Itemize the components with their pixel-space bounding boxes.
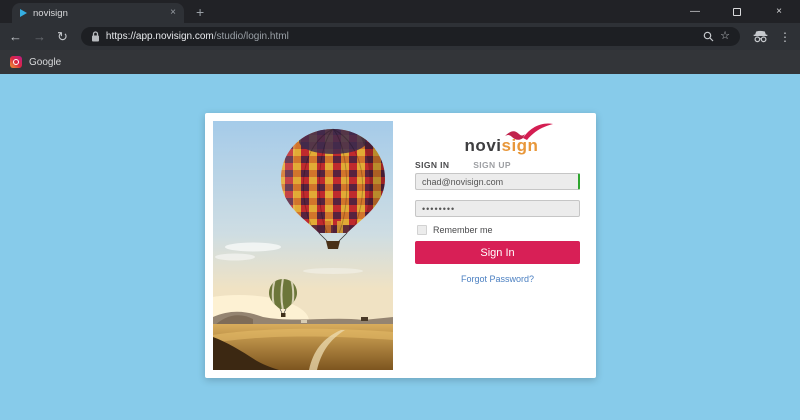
- browser-menu-icon[interactable]: ⋮: [779, 30, 791, 44]
- maximize-icon: [733, 7, 741, 16]
- tab-strip: novisign × + — ×: [0, 0, 800, 23]
- reload-icon[interactable]: ↻: [57, 30, 68, 43]
- tab-sign-up[interactable]: SIGN UP: [473, 160, 511, 170]
- browser-window: novisign × + — × ← → ↻ https://app.novis…: [0, 0, 800, 74]
- login-form: novisign SIGN IN SIGN UP Remember me Sig…: [415, 113, 588, 378]
- email-field[interactable]: [415, 173, 580, 190]
- page-viewport: novisign SIGN IN SIGN UP Remember me Sig…: [0, 74, 800, 420]
- browser-toolbar: ← → ↻ https://app.novisign.com/studio/lo…: [0, 23, 800, 50]
- forward-icon[interactable]: →: [33, 30, 46, 43]
- tab-close-icon[interactable]: ×: [170, 8, 176, 18]
- site-favicon-icon: [20, 9, 27, 17]
- incognito-avatar-icon[interactable]: [753, 30, 768, 43]
- login-card: novisign SIGN IN SIGN UP Remember me Sig…: [205, 113, 596, 378]
- lock-icon: [91, 31, 99, 42]
- balloon-photo: [213, 121, 393, 370]
- address-bar[interactable]: https://app.novisign.com/studio/login.ht…: [80, 27, 740, 46]
- browser-tab[interactable]: novisign ×: [12, 3, 184, 23]
- window-controls: — ×: [674, 0, 800, 23]
- remember-checkbox[interactable]: [417, 225, 427, 235]
- remember-me-row[interactable]: Remember me: [417, 225, 493, 235]
- zoom-search-icon[interactable]: [703, 31, 714, 42]
- instagram-favicon-icon: [10, 56, 22, 68]
- logo-text-novi: novi: [464, 136, 502, 155]
- url-host: https://app.novisign.com: [105, 31, 214, 42]
- bookmark-item-google[interactable]: Google: [10, 56, 61, 68]
- new-tab-button[interactable]: +: [196, 4, 204, 20]
- minimize-button[interactable]: —: [674, 0, 716, 23]
- maximize-button[interactable]: [716, 0, 758, 23]
- forgot-password-link[interactable]: Forgot Password?: [415, 274, 580, 284]
- password-field[interactable]: [415, 200, 580, 217]
- tab-sign-in[interactable]: SIGN IN: [415, 160, 449, 170]
- auth-tabs: SIGN IN SIGN UP: [415, 160, 511, 170]
- close-window-button[interactable]: ×: [758, 0, 800, 23]
- url-text: https://app.novisign.com/studio/login.ht…: [106, 31, 289, 42]
- back-icon[interactable]: ←: [9, 30, 22, 43]
- novisign-logo: novisign: [415, 123, 588, 155]
- remember-label: Remember me: [433, 225, 493, 235]
- sign-in-button[interactable]: Sign In: [415, 241, 580, 264]
- tab-title: novisign: [33, 7, 68, 19]
- logo-swoosh-icon: [505, 123, 553, 140]
- bookmarks-bar: Google: [0, 50, 800, 74]
- url-path: /studio/login.html: [213, 31, 289, 42]
- bookmark-label: Google: [29, 56, 62, 68]
- bookmark-star-icon[interactable]: ☆: [720, 31, 730, 42]
